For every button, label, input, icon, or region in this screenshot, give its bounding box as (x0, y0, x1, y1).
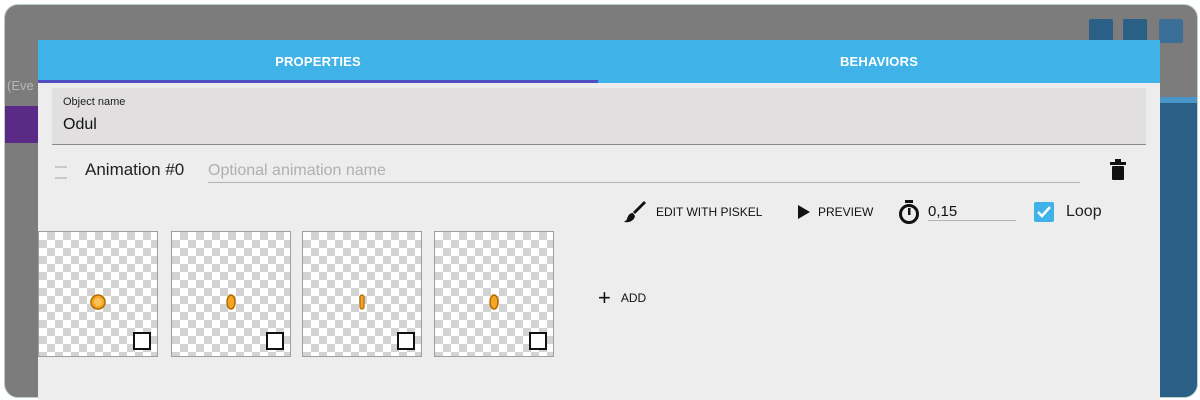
timer-icon (899, 200, 919, 224)
edit-with-piskel-label: EDIT WITH PISKEL (656, 205, 763, 219)
preview-label: PREVIEW (818, 205, 874, 219)
object-name-value[interactable]: Odul (63, 116, 97, 134)
add-frame-button[interactable]: + ADD (598, 285, 647, 310)
frame-thumbnail[interactable] (171, 231, 291, 357)
background-partial-label: (Eve (7, 78, 34, 93)
coin-turning-icon (226, 294, 236, 310)
frame-thumbnail[interactable] (302, 231, 422, 357)
tab-bar: PROPERTIES BEHAVIORS (38, 40, 1160, 83)
frame-select-checkbox[interactable] (266, 332, 284, 350)
object-name-field[interactable]: Object name Odul (52, 88, 1146, 145)
animation-title: Animation #0 (85, 160, 185, 179)
trash-icon[interactable] (1106, 158, 1130, 182)
play-icon (798, 205, 810, 219)
object-editor-dialog: PROPERTIES BEHAVIORS Object name Odul An… (38, 40, 1160, 400)
background-edit-icon (1159, 19, 1183, 43)
coin-edge-icon (359, 294, 365, 310)
plus-icon: + (598, 285, 611, 310)
paintbrush-icon (624, 201, 646, 223)
tab-properties[interactable]: PROPERTIES (38, 40, 598, 80)
frame-time-field (898, 200, 1016, 224)
preview-button[interactable]: PREVIEW (798, 200, 873, 224)
edit-with-piskel-button[interactable]: EDIT WITH PISKEL (624, 200, 762, 224)
frame-select-checkbox[interactable] (133, 332, 151, 350)
frame-select-checkbox[interactable] (397, 332, 415, 350)
tab-behaviors[interactable]: BEHAVIORS (598, 40, 1160, 80)
background-panel (1159, 103, 1197, 397)
frame-time-input[interactable] (928, 203, 1016, 221)
drag-handle-icon[interactable] (55, 166, 67, 179)
loop-checkbox[interactable]: Loop (1034, 202, 1102, 222)
coin-front-icon (90, 294, 106, 310)
loop-label: Loop (1066, 203, 1102, 220)
coin-turning-icon (489, 294, 499, 310)
checkbox-checked-icon[interactable] (1034, 202, 1054, 222)
frame-thumbnail[interactable] (434, 231, 554, 357)
animation-name-input[interactable] (208, 160, 1080, 183)
object-name-label: Object name (63, 96, 126, 108)
frame-select-checkbox[interactable] (529, 332, 547, 350)
add-frame-label: ADD (620, 291, 647, 305)
active-tab-indicator (38, 80, 598, 83)
frame-thumbnail[interactable] (38, 231, 158, 357)
animation-frames (38, 228, 678, 360)
